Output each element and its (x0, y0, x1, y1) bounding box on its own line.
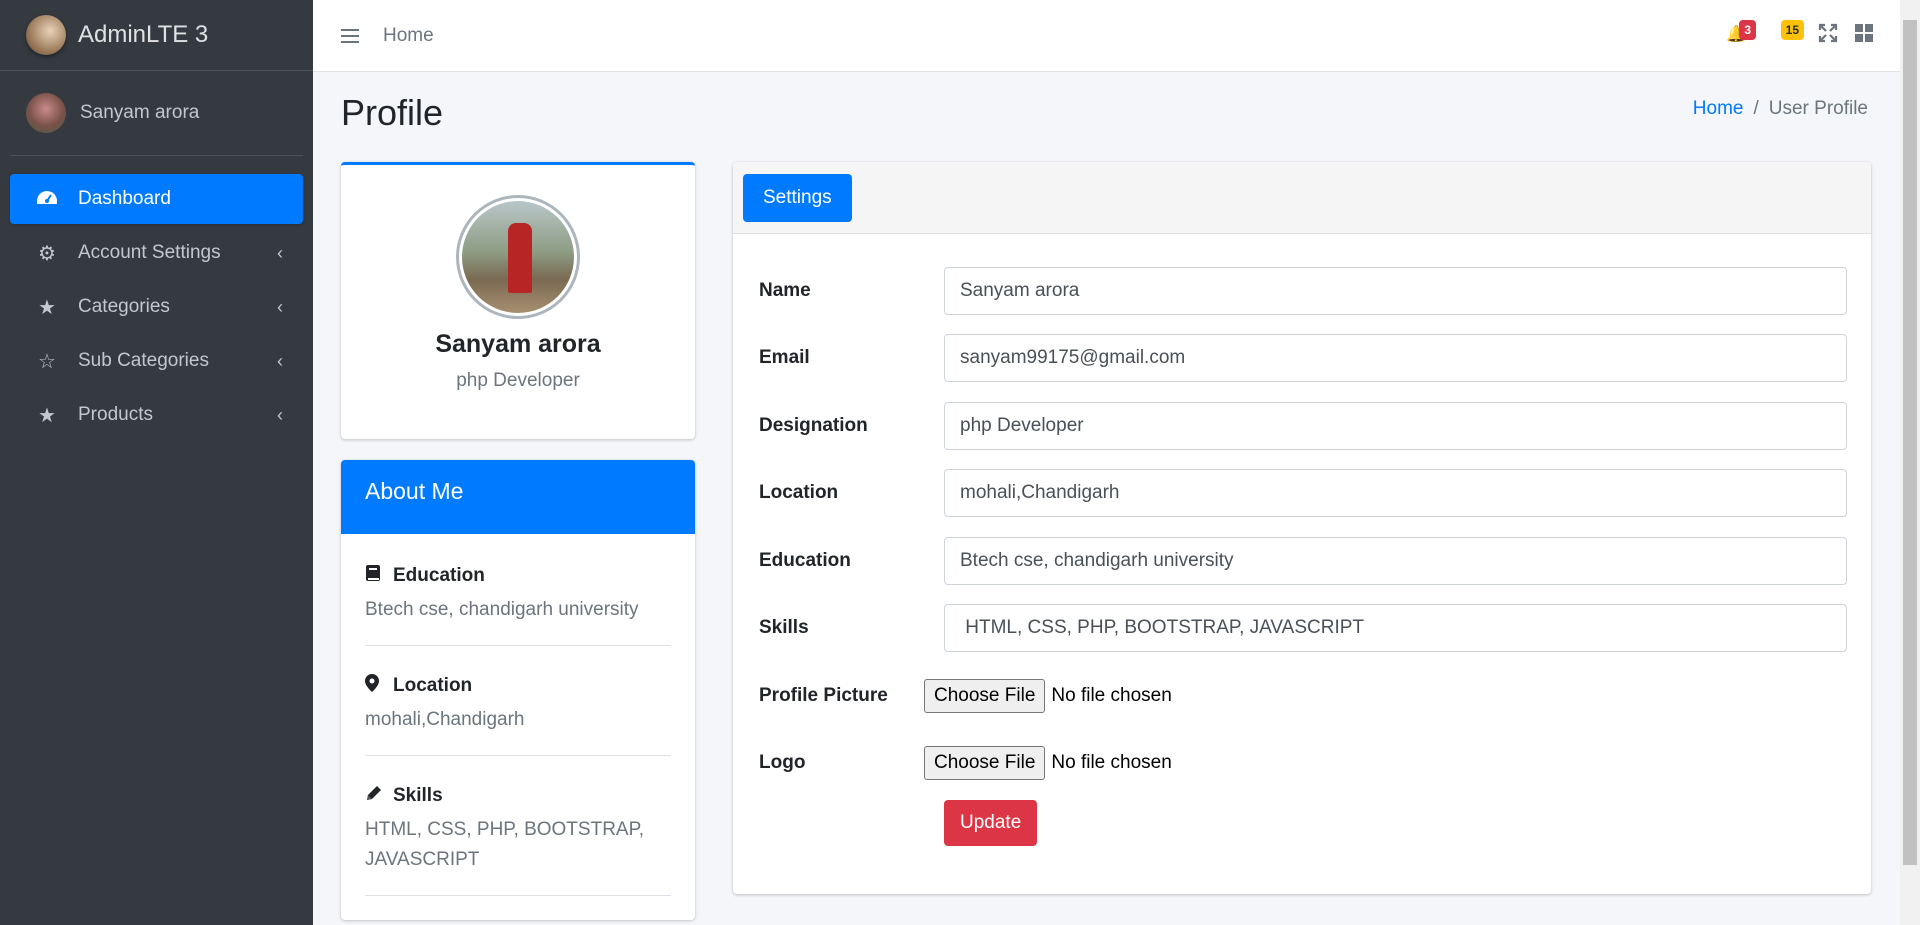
pencil-icon (365, 784, 383, 807)
update-button[interactable]: Update (944, 800, 1038, 846)
sidebar: AdminLTE 3 Sanyam arora Dashboard ⚙ Acco… (0, 0, 313, 925)
navbar-right: 🔔 3 15 (1726, 20, 1876, 46)
name-label: Name (759, 279, 811, 301)
breadcrumb-separator: / (1753, 98, 1759, 119)
about-value: HTML, CSS, PHP, BOOTSTRAP, JAVASCRIPT (365, 819, 645, 870)
skills-field[interactable]: HTML, CSS, PHP, BOOTSTRAP, JAVASCRIPT (944, 604, 1847, 653)
logo-file-input[interactable]: Choose File No file chosen (924, 746, 1172, 781)
user-name[interactable]: Sanyam arora (80, 102, 199, 124)
file-status: No file chosen (1051, 684, 1172, 706)
profile-card: Sanyam arora php Developer (341, 162, 695, 439)
breadcrumb-current: User Profile (1768, 98, 1868, 119)
location-label: Location (759, 482, 839, 504)
star-half-icon: ☆ (38, 350, 56, 373)
tab-settings[interactable]: Settings (743, 174, 852, 222)
email-label: Email (759, 347, 810, 369)
brand-link[interactable]: AdminLTE 3 (0, 0, 313, 71)
sidebar-item-sub-categories[interactable]: ☆ Sub Categories ‹ (10, 336, 303, 386)
sidebar-item-products[interactable]: ★ Products ‹ (10, 390, 303, 440)
brand-logo (26, 15, 66, 55)
sidebar-nav: Dashboard ⚙ Account Settings ‹ ★ Categor… (0, 156, 313, 440)
breadcrumb: Home / User Profile (1693, 98, 1868, 120)
settings-card: Settings Name Sanyam arora Email sanyam9… (733, 162, 1871, 894)
location-field[interactable]: mohali,Chandigarh (944, 469, 1847, 518)
profile-role: php Developer (456, 370, 580, 391)
notifications-badge: 3 (1739, 20, 1756, 40)
fullscreen-icon[interactable] (1818, 23, 1840, 45)
top-navbar: Home 🔔 3 15 (313, 0, 1900, 72)
sidebar-item-label: Account Settings (78, 242, 221, 263)
scrollbar-thumb[interactable] (1903, 20, 1917, 865)
email-field[interactable]: sanyam99175@gmail.com (944, 334, 1847, 383)
profile-picture-file-input[interactable]: Choose File No file chosen (924, 678, 1172, 713)
menu-toggle-icon[interactable] (341, 28, 359, 43)
star-icon: ★ (38, 404, 56, 427)
education-field[interactable]: Btech cse, chandigarh university (944, 536, 1847, 585)
sidebar-item-account-settings[interactable]: ⚙ Account Settings ‹ (10, 228, 303, 278)
map-marker-icon (365, 674, 383, 697)
designation-field[interactable]: php Developer (944, 401, 1847, 450)
dashboard-icon (34, 188, 60, 210)
choose-file-button[interactable]: Choose File (924, 678, 1046, 713)
choose-file-button[interactable]: Choose File (924, 746, 1046, 781)
sidebar-item-label: Categories (78, 296, 170, 317)
messages-button[interactable]: 15 (1770, 20, 1804, 46)
about-label: Education (393, 564, 485, 586)
designation-label: Designation (759, 414, 868, 436)
sidebar-item-label: Dashboard (78, 188, 171, 209)
about-skills: Skills HTML, CSS, PHP, BOOTSTRAP, JAVASC… (365, 756, 671, 896)
settings-form: Name Sanyam arora Email sanyam99175@gmai… (759, 257, 1847, 797)
about-education: Education Btech cse, chandigarh universi… (365, 534, 671, 646)
about-value: mohali,Chandigarh (365, 709, 525, 730)
about-label: Skills (393, 784, 443, 806)
sidebar-item-categories[interactable]: ★ Categories ‹ (10, 282, 303, 332)
about-title: About Me (341, 460, 695, 534)
profile-picture-label: Profile Picture (759, 684, 888, 706)
book-icon (365, 564, 383, 587)
about-label: Location (393, 674, 473, 696)
skills-label: Skills (759, 617, 809, 639)
sidebar-item-label: Sub Categories (78, 350, 209, 371)
name-field[interactable]: Sanyam arora (944, 266, 1847, 315)
star-icon: ★ (38, 296, 56, 319)
about-value: Btech cse, chandigarh university (365, 599, 639, 620)
grid-icon[interactable] (1854, 23, 1876, 45)
chevron-left-icon: ‹ (277, 350, 283, 371)
chevron-left-icon: ‹ (277, 242, 283, 263)
about-card: About Me Education Btech cse, chandigarh… (341, 460, 695, 920)
about-location: Location mohali,Chandigarh (365, 646, 671, 756)
breadcrumb-home-link[interactable]: Home (1693, 98, 1744, 120)
education-label: Education (759, 549, 851, 571)
sidebar-item-dashboard[interactable]: Dashboard (10, 174, 303, 224)
user-panel[interactable]: Sanyam arora (10, 71, 303, 156)
file-status: No file chosen (1051, 752, 1172, 774)
notifications-button[interactable]: 🔔 3 (1726, 20, 1756, 46)
messages-badge: 15 (1780, 20, 1804, 40)
profile-name: Sanyam arora (435, 330, 601, 358)
top-home-link[interactable]: Home (383, 25, 434, 47)
page-title: Profile (341, 92, 444, 133)
brand-name: AdminLTE 3 (78, 21, 209, 48)
avatar (26, 93, 66, 133)
chevron-left-icon: ‹ (277, 296, 283, 317)
chevron-left-icon: ‹ (277, 404, 283, 425)
profile-picture (456, 195, 580, 319)
logo-label: Logo (759, 752, 806, 774)
settings-tabs: Settings (733, 162, 1871, 234)
gear-icon: ⚙ (38, 242, 56, 265)
page-scrollbar[interactable] (1900, 0, 1920, 925)
sidebar-item-label: Products (78, 404, 153, 425)
